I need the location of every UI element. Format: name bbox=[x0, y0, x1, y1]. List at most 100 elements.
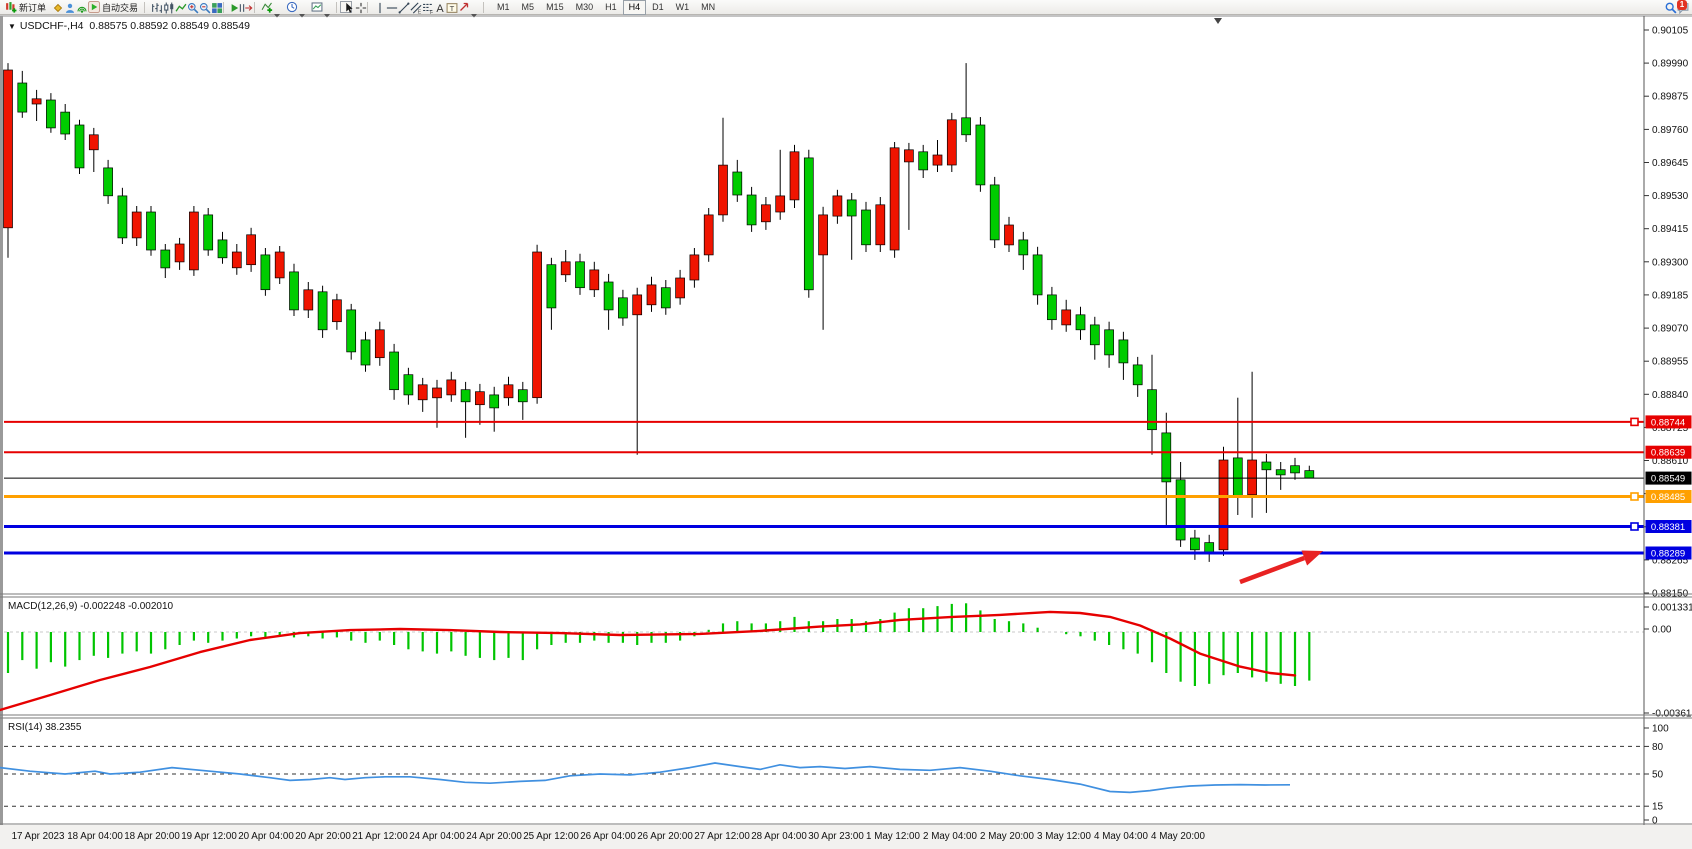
chart-shift-icon[interactable] bbox=[239, 1, 251, 13]
candle bbox=[790, 145, 799, 208]
svg-text:15: 15 bbox=[1652, 802, 1664, 813]
chevron-down-icon bbox=[274, 5, 280, 9]
profile-icon[interactable] bbox=[61, 1, 73, 13]
timeframe-button-D1[interactable]: D1 bbox=[646, 0, 670, 15]
new-order-label: 新订单 bbox=[19, 1, 46, 14]
svg-text:0.001331: 0.001331 bbox=[1652, 603, 1692, 614]
svg-text:0.89530: 0.89530 bbox=[1652, 191, 1689, 202]
horizontal-line-tool-icon[interactable] bbox=[383, 1, 395, 13]
svg-text:20 Apr 20:00: 20 Apr 20:00 bbox=[295, 831, 351, 842]
fibonacci-tool-icon[interactable]: F bbox=[419, 1, 431, 13]
timeframe-button-MN[interactable]: MN bbox=[695, 0, 721, 15]
line-chart-mode-icon[interactable] bbox=[172, 1, 184, 13]
search-icon[interactable] bbox=[1662, 1, 1674, 13]
candle bbox=[318, 286, 327, 338]
signal-icon[interactable] bbox=[73, 1, 85, 13]
toolbar-separator bbox=[367, 2, 368, 13]
bar-chart-mode-icon[interactable] bbox=[148, 1, 160, 13]
tile-windows-icon[interactable] bbox=[208, 1, 220, 13]
svg-text:0.88744: 0.88744 bbox=[1651, 417, 1685, 428]
candle bbox=[1219, 447, 1228, 556]
timeframe-button-H1[interactable]: H1 bbox=[599, 0, 623, 15]
svg-text:2 May 04:00: 2 May 04:00 bbox=[923, 831, 977, 842]
svg-text:0.89185: 0.89185 bbox=[1652, 290, 1689, 301]
candle bbox=[890, 142, 899, 258]
timeframe-button-H4[interactable]: H4 bbox=[623, 0, 647, 15]
svg-text:28 Apr 04:00: 28 Apr 04:00 bbox=[751, 831, 807, 842]
svg-text:26 Apr 04:00: 26 Apr 04:00 bbox=[580, 831, 636, 842]
svg-text:0.88485: 0.88485 bbox=[1651, 492, 1685, 503]
chevron-down-icon bbox=[471, 5, 477, 9]
periods-button[interactable] bbox=[283, 1, 308, 14]
svg-text:0.89645: 0.89645 bbox=[1652, 158, 1689, 169]
metaeditor-icon[interactable] bbox=[49, 1, 61, 13]
autotrading-label: 自动交易 bbox=[102, 1, 138, 14]
svg-text:1 May 12:00: 1 May 12:00 bbox=[866, 831, 920, 842]
timeframe-button-M1[interactable]: M1 bbox=[491, 0, 516, 15]
autotrading-button[interactable]: 自动交易 bbox=[85, 1, 141, 14]
vertical-line-tool-icon[interactable] bbox=[371, 1, 383, 13]
mt4-terminal: 新订单 自动交易 E F A T M1M5M bbox=[0, 0, 1692, 849]
svg-text:0.88549: 0.88549 bbox=[1651, 474, 1685, 485]
svg-text:100: 100 bbox=[1652, 724, 1669, 735]
svg-text:0.90105: 0.90105 bbox=[1652, 26, 1689, 37]
candle bbox=[990, 177, 999, 248]
text-label-tool-icon[interactable]: T bbox=[443, 1, 455, 13]
svg-text:0.89760: 0.89760 bbox=[1652, 125, 1689, 136]
timeframe-button-M15[interactable]: M15 bbox=[540, 0, 570, 15]
svg-text:20 Apr 04:00: 20 Apr 04:00 bbox=[238, 831, 294, 842]
trendline-tool-icon[interactable] bbox=[395, 1, 407, 13]
quote-ohlc: 0.88575 0.88592 0.88549 0.88549 bbox=[89, 20, 250, 32]
timeframe-button-M30[interactable]: M30 bbox=[570, 0, 600, 15]
main-toolbar: 新订单 自动交易 E F A T M1M5M bbox=[0, 0, 1692, 15]
svg-text:19 Apr 12:00: 19 Apr 12:00 bbox=[181, 831, 237, 842]
channel-tool-icon[interactable]: E bbox=[407, 1, 419, 13]
price-tag-0.88289: 0.88289 bbox=[1646, 547, 1692, 560]
templates-button[interactable] bbox=[308, 1, 333, 14]
svg-text:50: 50 bbox=[1652, 770, 1664, 781]
indicators-button[interactable] bbox=[258, 1, 283, 14]
candle bbox=[204, 208, 213, 256]
svg-text:4 May 04:00: 4 May 04:00 bbox=[1094, 831, 1148, 842]
symbol-dropdown-icon[interactable]: ▼ bbox=[8, 22, 16, 31]
timeframe-button-W1[interactable]: W1 bbox=[670, 0, 696, 15]
price-tag-0.88639: 0.88639 bbox=[1646, 446, 1692, 459]
svg-text:24 Apr 20:00: 24 Apr 20:00 bbox=[466, 831, 522, 842]
candlestick-mode-icon[interactable] bbox=[160, 1, 172, 13]
zoom-out-icon[interactable] bbox=[196, 1, 208, 13]
svg-text:24 Apr 04:00: 24 Apr 04:00 bbox=[409, 831, 465, 842]
chart-left-border bbox=[0, 16, 3, 826]
toolbar-separator bbox=[483, 2, 484, 13]
hline-handle[interactable] bbox=[1631, 523, 1638, 530]
text-tool-icon[interactable]: A bbox=[431, 1, 443, 13]
crosshair-tool-icon[interactable] bbox=[352, 1, 364, 13]
time-axis[interactable]: 17 Apr 202318 Apr 04:0018 Apr 20:0019 Ap… bbox=[12, 831, 1206, 842]
svg-text:18 Apr 04:00: 18 Apr 04:00 bbox=[67, 831, 123, 842]
cursor-tool-icon[interactable] bbox=[340, 1, 352, 13]
hline-handle[interactable] bbox=[1631, 493, 1638, 500]
svg-text:27 Apr 12:00: 27 Apr 12:00 bbox=[694, 831, 750, 842]
toolbar-separator bbox=[336, 2, 337, 13]
svg-text:0: 0 bbox=[1652, 816, 1658, 827]
candle bbox=[704, 208, 713, 262]
timeframe-button-M5[interactable]: M5 bbox=[516, 0, 541, 15]
auto-scroll-icon[interactable] bbox=[227, 1, 239, 13]
new-order-button[interactable]: 新订单 bbox=[2, 1, 49, 14]
notification-badge: 1 bbox=[1677, 0, 1687, 10]
timeframe-group: M1M5M15M30H1H4D1W1MN bbox=[491, 0, 721, 15]
chat-icon[interactable]: 1 bbox=[1674, 1, 1686, 13]
arrows-tool-button[interactable] bbox=[455, 1, 480, 14]
svg-text:0.88840: 0.88840 bbox=[1652, 390, 1689, 401]
svg-text:0.88955: 0.88955 bbox=[1652, 357, 1689, 368]
svg-text:0.89990: 0.89990 bbox=[1652, 59, 1689, 70]
candle bbox=[947, 113, 956, 172]
arrow-shape-icon bbox=[458, 1, 470, 13]
candle bbox=[75, 120, 84, 174]
svg-text:0.88289: 0.88289 bbox=[1651, 549, 1685, 560]
zoom-in-icon[interactable] bbox=[184, 1, 196, 13]
svg-text:0.89300: 0.89300 bbox=[1652, 257, 1689, 268]
chevron-down-icon bbox=[299, 5, 305, 9]
candle bbox=[261, 248, 270, 296]
chart-canvas[interactable]: 0.901050.899900.898750.897600.896450.895… bbox=[0, 0, 1692, 849]
hline-handle[interactable] bbox=[1631, 418, 1638, 425]
